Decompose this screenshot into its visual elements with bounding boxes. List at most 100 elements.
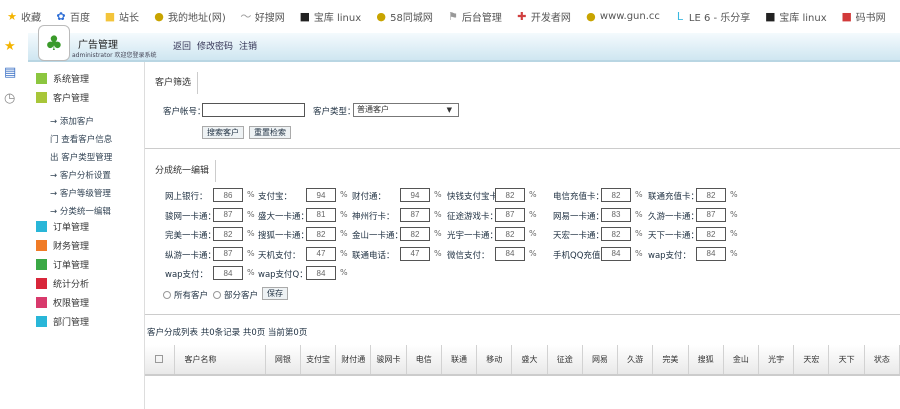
bookmark-item[interactable]: ✚ 开发者网 [516, 9, 571, 24]
column-header[interactable]: 搜狐 [688, 345, 724, 376]
rate-input[interactable] [495, 188, 525, 202]
rate-input[interactable] [601, 188, 631, 202]
account-input[interactable] [202, 103, 305, 117]
percent-sign: % [635, 190, 643, 199]
sidebar-item[interactable]: 财务管理 [36, 239, 89, 252]
rate-input[interactable] [213, 266, 243, 280]
bookmark-item[interactable]: ■ 宝库 linux [299, 9, 362, 24]
rate-input[interactable] [213, 227, 243, 241]
rate-input[interactable] [495, 246, 525, 261]
rate-input[interactable] [696, 188, 726, 202]
sidebar-subitem[interactable]: 门 查看客户信息 [50, 133, 112, 145]
sidebar-subitem[interactable]: → 客户等级管理 [50, 187, 111, 199]
column-header[interactable]: 完美 [652, 345, 689, 376]
radio-circle[interactable] [163, 291, 171, 299]
sidebar-item[interactable]: 系统管理 [36, 72, 89, 85]
select-all-header[interactable] [145, 345, 175, 376]
radio-all-customers[interactable]: 所有客户 [163, 289, 208, 301]
rate-input[interactable] [495, 207, 525, 222]
bookmark-item[interactable]: ■ 站长 [104, 9, 139, 24]
column-header[interactable]: 联通 [441, 345, 478, 376]
percent-sign: % [247, 268, 255, 277]
radio-selected-customers[interactable]: 部分客户 [213, 289, 258, 301]
tab-customer-filter[interactable]: 客户筛选 [150, 72, 199, 94]
rate-input[interactable] [696, 227, 726, 241]
bookmark-item[interactable]: ● 我的地址(网) [153, 9, 226, 24]
rate-input[interactable] [696, 246, 726, 261]
rate-input[interactable] [400, 246, 430, 261]
column-header[interactable]: 移动 [476, 345, 513, 376]
rate-input[interactable] [306, 266, 336, 280]
change-password-link[interactable]: 修改密码 [197, 39, 233, 52]
sidebar-subitem[interactable]: → 客户分析设置 [50, 169, 111, 181]
column-header[interactable]: 久游 [617, 345, 654, 376]
menu-square-icon [36, 73, 47, 84]
sidebar-item[interactable]: 部门管理 [36, 315, 89, 328]
bookmark-item[interactable]: L LE 6 - 乐分享 [674, 9, 750, 24]
rate-input[interactable] [213, 246, 243, 261]
bookmark-item[interactable]: ⚑ 后台管理 [447, 9, 502, 24]
sidebar-subitem[interactable]: 出 客户类型管理 [50, 151, 112, 163]
screen-icon[interactable]: ▤ [4, 65, 16, 80]
rate-label: 财付通： [352, 192, 387, 202]
bookmark-item[interactable]: ● www.gun.cc [585, 10, 660, 23]
rate-input[interactable] [306, 188, 336, 202]
sidebar-subitem[interactable]: → 分类统一编辑 [50, 205, 111, 217]
rate-label: 盛大一卡通： [258, 211, 310, 222]
sidebar-subitem[interactable]: → 添加客户 [50, 115, 94, 127]
save-button[interactable]: 保存 [262, 287, 288, 300]
sidebar-item[interactable]: 订单管理 [36, 220, 89, 233]
sidebar-item[interactable]: 客户管理 [36, 91, 89, 104]
rate-input[interactable] [601, 246, 631, 261]
rate-input[interactable] [213, 207, 243, 222]
rate-input[interactable] [306, 246, 336, 261]
column-header[interactable]: 金山 [723, 345, 760, 376]
rate-label: wap支付： [648, 250, 692, 261]
column-header[interactable]: 征途 [547, 345, 583, 376]
sidebar-item[interactable]: 统计分析 [36, 277, 89, 290]
rate-input[interactable] [213, 188, 243, 202]
customer-type-value: 普通客户 [357, 105, 389, 114]
user-info[interactable]: administrator 欢迎您登录系统 [72, 50, 157, 59]
sidebar-item[interactable]: 权限管理 [36, 296, 89, 309]
logout-link[interactable]: 注销 [239, 39, 257, 52]
bookmark-item[interactable]: ■ 宝库 linux [764, 9, 827, 24]
column-header[interactable]: 财付通 [335, 345, 372, 376]
rate-input[interactable] [306, 207, 336, 222]
rate-input[interactable] [306, 227, 336, 241]
favorites-star-icon[interactable]: ★ [4, 39, 16, 54]
sidebar-item[interactable]: 订单管理 [36, 258, 89, 271]
tab-rate-edit[interactable]: 分成统一编辑 [150, 160, 217, 182]
rate-input[interactable] [400, 207, 430, 222]
bookmark-item[interactable]: ★ 收藏 [6, 9, 41, 24]
column-header[interactable]: 网易 [582, 345, 619, 376]
column-header[interactable]: 骏网卡 [370, 345, 407, 376]
rate-label: 骏网一卡通： [165, 211, 217, 222]
column-header[interactable]: 光宇 [758, 345, 795, 376]
column-header[interactable]: 电信 [406, 345, 442, 376]
column-header[interactable]: 盛大 [511, 345, 548, 376]
rate-input[interactable] [601, 227, 631, 241]
rate-input[interactable] [400, 188, 430, 202]
column-header[interactable]: 客户名称 [174, 345, 266, 376]
history-clock-icon[interactable]: ◷ [4, 91, 15, 106]
rate-input[interactable] [696, 207, 726, 222]
column-header[interactable]: 状态 [864, 345, 900, 376]
radio-circle[interactable] [213, 291, 221, 299]
select-all-checkbox[interactable] [155, 354, 164, 363]
bookmark-item[interactable]: ● 58同城网 [375, 9, 433, 24]
bookmark-item[interactable]: 〜好搜网 [240, 9, 285, 24]
column-header[interactable]: 网银 [265, 345, 301, 376]
bookmark-item[interactable]: ■ 码书网 [841, 9, 885, 24]
column-header[interactable]: 支付宝 [300, 345, 337, 376]
back-link[interactable]: 返回 [173, 39, 191, 52]
rate-input[interactable] [400, 227, 430, 241]
bookmark-item[interactable]: ✿ 百度 [55, 9, 90, 24]
search-customer-button[interactable]: 搜索客户 [202, 126, 244, 139]
customer-type-select[interactable]: 普通客户 ▼ [353, 103, 459, 117]
reset-search-button[interactable]: 重置检索 [249, 126, 291, 139]
column-header[interactable]: 天下 [828, 345, 865, 376]
column-header[interactable]: 天宏 [793, 345, 830, 376]
rate-input[interactable] [495, 227, 525, 241]
rate-input[interactable] [601, 207, 631, 222]
